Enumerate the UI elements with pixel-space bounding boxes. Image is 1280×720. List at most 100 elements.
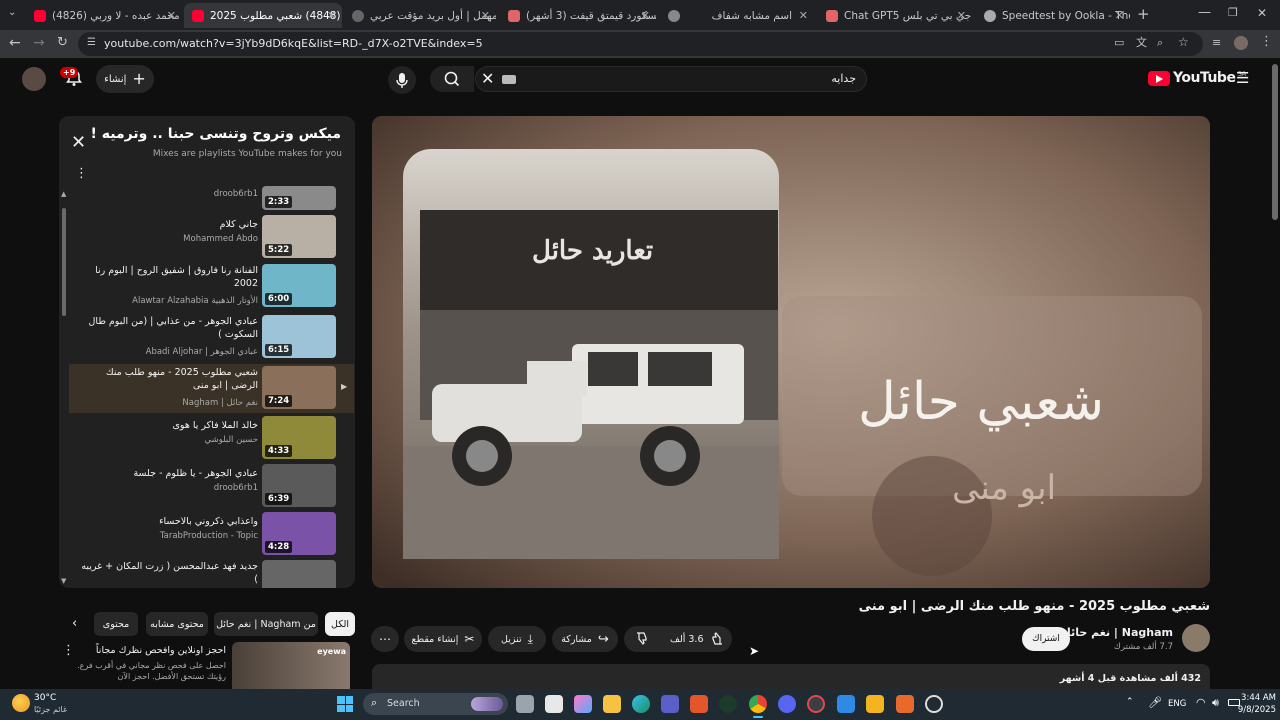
file-explorer-icon[interactable]: [603, 695, 621, 713]
dislike-button[interactable]: [634, 630, 650, 649]
browser-menu-icon[interactable]: ⋮: [1260, 35, 1273, 48]
playlist-item[interactable]: 6:15 عبادي الجوهر - من عذابي | (من البوم…: [69, 313, 354, 361]
close-tab-icon[interactable]: ✕: [799, 9, 808, 22]
video-title: عبادي الجوهر - يا ظلوم - جلسة: [133, 468, 258, 479]
playlist-item-current[interactable]: 7:24 شعبي مطلوب 2025 - منهو طلب منك الرض…: [69, 364, 354, 413]
playlist-scroll-down-icon[interactable]: ▼: [61, 577, 66, 585]
channel-name[interactable]: Nagham | نغم حائل: [1061, 626, 1173, 639]
page-scrollbar[interactable]: [1272, 64, 1278, 220]
forward-icon[interactable]: →: [33, 36, 45, 50]
ad-more-icon[interactable]: ⋮: [62, 643, 75, 658]
share-button[interactable]: مشاركة ↪: [552, 626, 618, 652]
reload-icon[interactable]: ↻: [57, 36, 68, 49]
playlist-item[interactable]: 4:28 واعذابي ذكروني بالاحساء TarabProduc…: [69, 510, 354, 558]
browser-tab-3[interactable]: مهمل | أول بريد مؤقت عربي ✕: [344, 3, 496, 28]
copilot-icon[interactable]: [574, 695, 592, 713]
browser-tab-1[interactable]: محمد عبده - لا وربي (4826) ✕: [26, 3, 182, 28]
start-button-icon[interactable]: [337, 696, 353, 712]
clock-date[interactable]: 9/8/2025: [1236, 705, 1276, 715]
subscribe-button[interactable]: اشتراك: [1022, 627, 1070, 651]
close-playlist-icon[interactable]: ✕: [71, 132, 86, 153]
edge-browser-icon[interactable]: [632, 695, 650, 713]
playlist-item[interactable]: 2:33 droob6rb1: [69, 180, 354, 210]
close-window-icon[interactable]: ✕: [1257, 7, 1267, 19]
back-icon[interactable]: ←: [9, 36, 21, 50]
app-hs-icon[interactable]: [719, 695, 737, 713]
chip-all[interactable]: الكل: [325, 612, 355, 636]
playlist-item[interactable]: 6:00 الفنانة رنا فاروق | شفيق الروح | ال…: [69, 262, 354, 310]
app-settings-icon[interactable]: [925, 695, 943, 713]
playlist-item[interactable]: 6:39 عبادي الجوهر - يا ظلوم - جلسة droob…: [69, 462, 354, 510]
browser-tab-4[interactable]: تيترو ديسكورد قيمتق قيفت (3 أشهر) ✕: [500, 3, 656, 28]
wifi-icon[interactable]: ◠: [1196, 696, 1206, 709]
bookmark-star-icon[interactable]: ☆: [1178, 36, 1189, 48]
playlist-scrollbar[interactable]: [62, 208, 66, 316]
clear-search-icon[interactable]: ✕: [481, 69, 494, 88]
chrome-icon[interactable]: [749, 695, 767, 713]
playlist-scroll-up-icon[interactable]: ▲: [61, 190, 66, 198]
microphone-tray-icon[interactable]: 🎤︎: [1148, 696, 1162, 709]
download-button[interactable]: تنزيل ⤓: [488, 626, 546, 652]
close-tab-icon[interactable]: ✕: [957, 9, 966, 22]
account-avatar[interactable]: [22, 67, 46, 91]
teams-icon[interactable]: [661, 695, 679, 713]
taskbar-search-box[interactable]: ⌕ Search: [363, 693, 508, 715]
close-tab-icon[interactable]: ✕: [327, 9, 336, 22]
weather-icon[interactable]: [12, 694, 30, 712]
profile-avatar-icon[interactable]: [1234, 36, 1248, 50]
widgets-store-icon[interactable]: [545, 695, 563, 713]
app-red-icon[interactable]: [807, 695, 825, 713]
chip-related[interactable]: محتوى: [94, 612, 138, 636]
browser-tab-7[interactable]: Speedtest by Ookla - The Global ✕: [976, 3, 1130, 28]
youtube-logo[interactable]: YouTube SA: [1148, 70, 1246, 86]
guide-menu-icon[interactable]: ☰: [1236, 71, 1249, 86]
discord-icon[interactable]: [778, 695, 796, 713]
create-button[interactable]: إنشاء +: [96, 65, 154, 93]
close-tab-icon[interactable]: ✕: [641, 9, 650, 22]
translate-icon[interactable]: 文: [1136, 37, 1147, 48]
new-tab-icon[interactable]: +: [1137, 7, 1150, 22]
voice-search-button[interactable]: [388, 66, 416, 94]
like-button[interactable]: 3.6 ألف: [670, 626, 725, 652]
playlist-item[interactable]: 4:33 خالد الملا فاكر يا هوى حسين البلوشي: [69, 414, 354, 462]
app-yellow-icon[interactable]: [866, 695, 884, 713]
chip-similar[interactable]: محتوى مشابه: [146, 612, 208, 636]
playlist-item[interactable]: جديد فهد عبدالمحسن ( زرت المكان + غريبه …: [69, 558, 354, 588]
reading-list-icon[interactable]: ≡: [1212, 37, 1221, 48]
site-info-icon[interactable]: ☰: [87, 38, 96, 48]
browser-tab-6[interactable]: شات جي بي تي بلس Chat GPT5 ✕: [818, 3, 972, 28]
close-tab-icon[interactable]: ✕: [167, 9, 176, 22]
chips-prev-icon[interactable]: ‹: [72, 616, 77, 631]
description-box[interactable]: 432 ألف مشاهدة قبل 4 أشهر: [372, 664, 1210, 689]
search-input[interactable]: ✕ جدايه: [475, 66, 867, 92]
url-bar[interactable]: ☰ youtube.com/watch?v=3jYb9dD6kqE&list=R…: [78, 32, 1203, 56]
video-player[interactable]: تعاريد حائل شعبي حائل ابو منى: [372, 116, 1210, 588]
volume-icon[interactable]: 🔊︎: [1212, 696, 1219, 710]
close-tab-icon[interactable]: ✕: [1115, 9, 1124, 22]
playlist-subtitle: Mixes are playlists YouTube makes for yo…: [152, 149, 342, 159]
playlist-item[interactable]: 5:22 جاني كلام Mohammed Abdo: [69, 213, 354, 261]
search-button[interactable]: [430, 66, 474, 92]
restore-icon[interactable]: ❐: [1228, 7, 1238, 18]
app-orange-icon[interactable]: [690, 695, 708, 713]
show-hidden-icons[interactable]: ⌃: [1126, 697, 1134, 707]
playlist-more-icon[interactable]: ⋮: [75, 166, 88, 181]
keyboard-icon[interactable]: [502, 75, 516, 84]
app-vpn-icon[interactable]: [896, 695, 914, 713]
zoom-icon[interactable]: ⌕: [1157, 37, 1163, 48]
create-clip-button[interactable]: إنشاء مقطع ✂: [404, 626, 482, 652]
ad-image[interactable]: eyewa: [232, 642, 350, 689]
minimize-icon[interactable]: —: [1198, 6, 1211, 19]
chip-from-channel[interactable]: من Nagham | نغم حائل: [214, 612, 318, 636]
channel-avatar[interactable]: [1182, 624, 1210, 652]
install-app-icon[interactable]: ▭: [1114, 37, 1124, 48]
tab-list-chevron-icon[interactable]: ⌄: [8, 8, 16, 18]
language-indicator[interactable]: ENG: [1168, 699, 1186, 709]
clock-time[interactable]: 3:44 AM: [1238, 693, 1276, 703]
task-view-icon[interactable]: [516, 695, 534, 713]
close-tab-icon[interactable]: ✕: [481, 9, 490, 22]
more-actions-button[interactable]: ⋯: [371, 626, 399, 652]
browser-tab-5[interactable]: اسم مشابه شفاف ✕: [660, 3, 814, 28]
vscode-icon[interactable]: [837, 695, 855, 713]
browser-tab-2[interactable]: (4848) شعبي مطلوب 2025 ✕: [184, 3, 342, 28]
